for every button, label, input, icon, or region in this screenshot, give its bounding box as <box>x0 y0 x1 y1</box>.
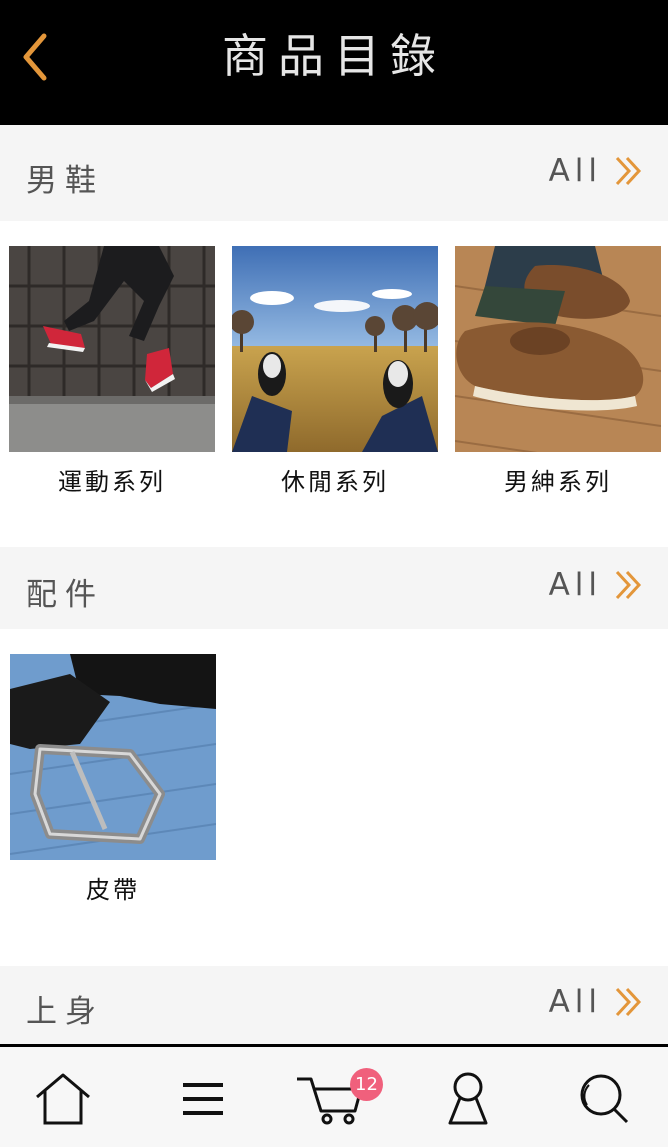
double-chevron-right-icon <box>615 987 642 1017</box>
search-icon <box>580 1074 629 1124</box>
section-header-accessories: 配件 All <box>0 547 668 629</box>
double-chevron-right-icon <box>615 156 642 186</box>
view-all-link[interactable]: All <box>549 567 644 603</box>
view-all-link[interactable]: All <box>549 984 644 1020</box>
cart-count-badge: 12 <box>350 1068 383 1101</box>
jumping-sneakers-photo <box>9 246 215 452</box>
section-header-tops: 上身 All <box>0 966 668 1044</box>
section-title: 配件 <box>26 577 104 613</box>
menu-icon <box>183 1083 223 1115</box>
category-label: 運動系列 <box>58 468 166 496</box>
category-label: 皮帶 <box>86 876 140 904</box>
leather-belt-photo <box>10 654 216 860</box>
tab-menu[interactable] <box>168 1067 238 1131</box>
category-label: 休閒系列 <box>281 468 389 496</box>
view-all-link[interactable]: All <box>549 153 644 189</box>
sneakers-in-field-photo <box>232 246 438 452</box>
section-title: 上身 <box>26 994 104 1030</box>
category-tile-casual[interactable]: 休閒系列 <box>232 246 438 497</box>
user-icon <box>448 1072 488 1125</box>
page-title: 商品目錄 <box>222 29 446 83</box>
view-all-label: All <box>548 567 602 603</box>
category-tile-sport[interactable]: 運動系列 <box>9 246 215 497</box>
tab-home[interactable] <box>28 1067 98 1131</box>
bottom-tab-bar <box>0 1044 668 1147</box>
category-label: 男紳系列 <box>504 468 612 496</box>
section-title: 男鞋 <box>26 163 104 199</box>
boat-shoes-photo <box>455 246 661 452</box>
home-icon <box>36 1073 90 1125</box>
app-header: 商品目錄 <box>0 0 668 125</box>
category-tile-gentleman[interactable]: 男紳系列 <box>455 246 661 497</box>
view-all-label: All <box>548 984 602 1020</box>
tab-search[interactable] <box>568 1067 638 1131</box>
view-all-label: All <box>548 153 602 189</box>
double-chevron-right-icon <box>615 570 642 600</box>
category-tile-belt[interactable]: 皮帶 <box>10 654 216 905</box>
tab-account[interactable] <box>433 1067 503 1131</box>
section-header-men-shoes: 男鞋 All <box>0 125 668 221</box>
